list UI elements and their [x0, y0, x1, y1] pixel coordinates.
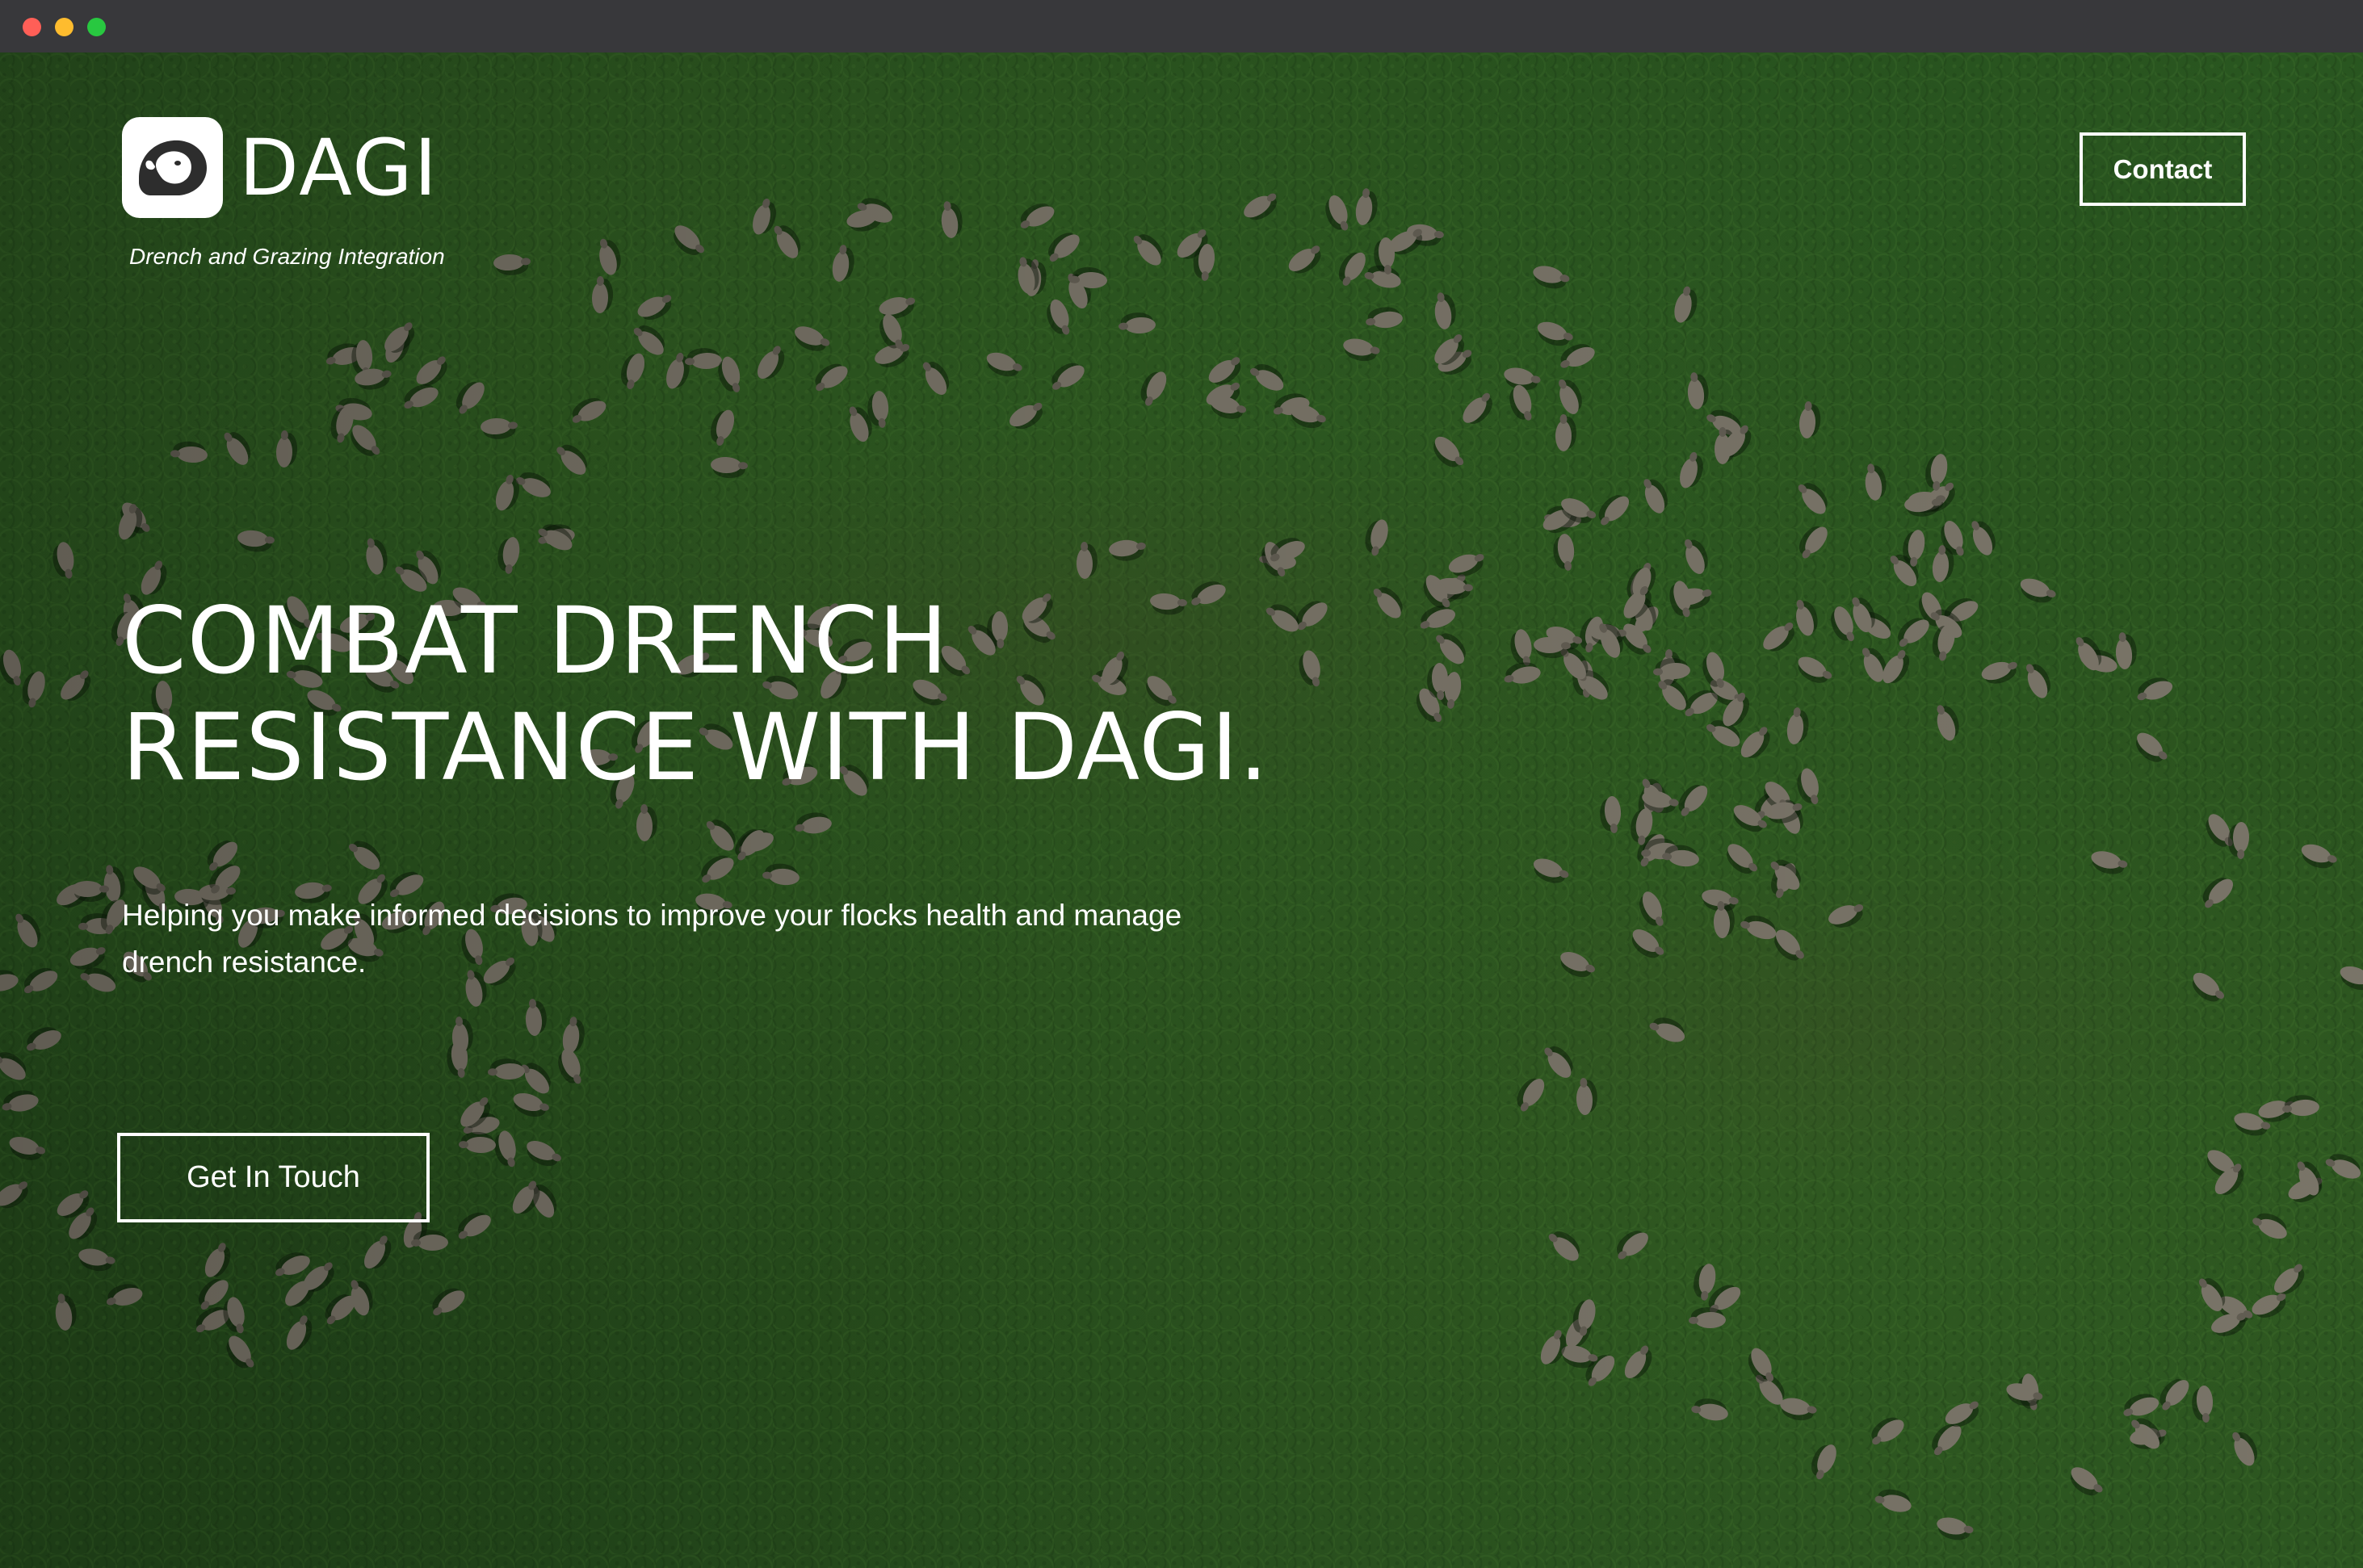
hero-headline-line-2: RESISTANCE WITH DAGI.: [122, 694, 1270, 801]
contact-button[interactable]: Contact: [2080, 132, 2246, 206]
get-in-touch-button[interactable]: Get In Touch: [117, 1133, 430, 1222]
close-window-button[interactable]: [23, 18, 41, 36]
hero-section: DAGI Drench and Grazing Integration Cont…: [0, 52, 2363, 1568]
minimize-window-button[interactable]: [55, 18, 73, 36]
brand-tagline: Drench and Grazing Integration: [129, 244, 445, 269]
hero-headline-line-1: COMBAT DRENCH: [122, 587, 949, 694]
zoom-window-button[interactable]: [87, 18, 106, 36]
brand-logo[interactable]: DAGI: [122, 117, 439, 218]
hero-subtext: Helping you make informed decisions to i…: [122, 899, 1182, 979]
sheep-head-icon: [122, 117, 223, 218]
hero-overlay: [0, 52, 2363, 1568]
window-titlebar: [0, 0, 2363, 52]
brand-name: DAGI: [239, 122, 439, 213]
browser-window: DAGI Drench and Grazing Integration Cont…: [0, 0, 2363, 1568]
hero-headline: COMBAT DRENCH RESISTANCE WITH DAGI.: [122, 588, 1414, 801]
